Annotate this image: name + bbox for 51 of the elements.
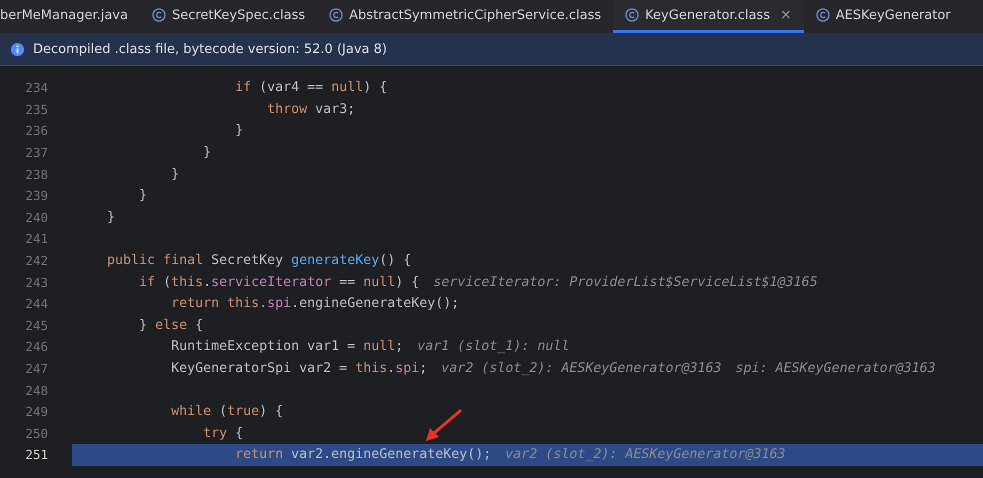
code-line: try { [202,426,244,441]
line-number: 239 [24,188,48,204]
code-line: if (this.serviceIterator == null) { [138,274,420,290]
line-number: 234 [24,80,48,96]
inline-value-hint: var2 (slot_2): AESKeyGenerator@3163 [441,361,722,376]
code-line: KeyGeneratorSpi var2 = this.spi; [170,361,428,376]
info-icon [10,42,25,56]
line-number: 246 [24,339,48,354]
line-number: 251 [24,447,48,462]
line-number: 238 [24,166,48,182]
banner-text: Decompiled .class file, bytecode version: 52.0 (Java 8) [33,42,387,56]
code-line: } [138,188,148,204]
inline-value-hint: spi: AESKeyGenerator@3163 [736,361,936,376]
code-line: return this.spi.engineGenerateKey(); [170,296,460,312]
editor-tab[interactable]: berMeManager.java [0,0,140,33]
inline-value-hint: var2 (slot_2): AESKeyGenerator@3163 [505,447,786,462]
line-number: 243 [24,274,48,290]
editor-tab[interactable]: AESKeyGenerator [804,0,963,33]
code-line: } [170,166,180,182]
code-line: } [106,210,116,225]
editor-tab[interactable]: AbstractSymmetricCipherService.class [317,0,614,33]
line-number: 240 [24,210,48,225]
line-number: 242 [24,253,48,268]
code-line: public final SecretKey generateKey() { [106,253,412,268]
line-number: 244 [24,296,48,312]
code-line: } [234,123,244,138]
class-icon [329,8,344,22]
line-number: 237 [24,145,48,160]
code-line: if (var4 == null) { [234,80,388,96]
class-icon [152,8,166,22]
line-number: 247 [24,361,48,376]
code-line: } [202,145,212,160]
close-icon[interactable]: × [780,7,792,23]
editor-tab[interactable]: SecretKeySpec.class [140,0,318,33]
editor-tab[interactable]: KeyGenerator.class × [613,0,804,33]
code-line: } else { [138,318,204,333]
line-number: 250 [24,426,48,441]
line-number: 248 [24,382,48,398]
class-icon [816,8,830,22]
line-number: 249 [24,404,48,420]
code-line: RuntimeException var1 = null; [170,339,404,354]
line-number: 236 [24,123,48,138]
code-line: while (true) { [170,404,284,420]
line-number: 235 [24,102,48,117]
line-number: 245 [24,318,48,333]
code-line: throw var3; [266,102,356,117]
class-icon [625,8,640,22]
inline-value-hint: var1 (slot_1): null [417,339,570,354]
inline-value-hint: serviceIterator: ProviderList$ServiceList$1@3165 [433,274,818,290]
line-number: 241 [24,231,48,246]
code-line: return var2.engineGenerateKey(); [234,447,492,462]
